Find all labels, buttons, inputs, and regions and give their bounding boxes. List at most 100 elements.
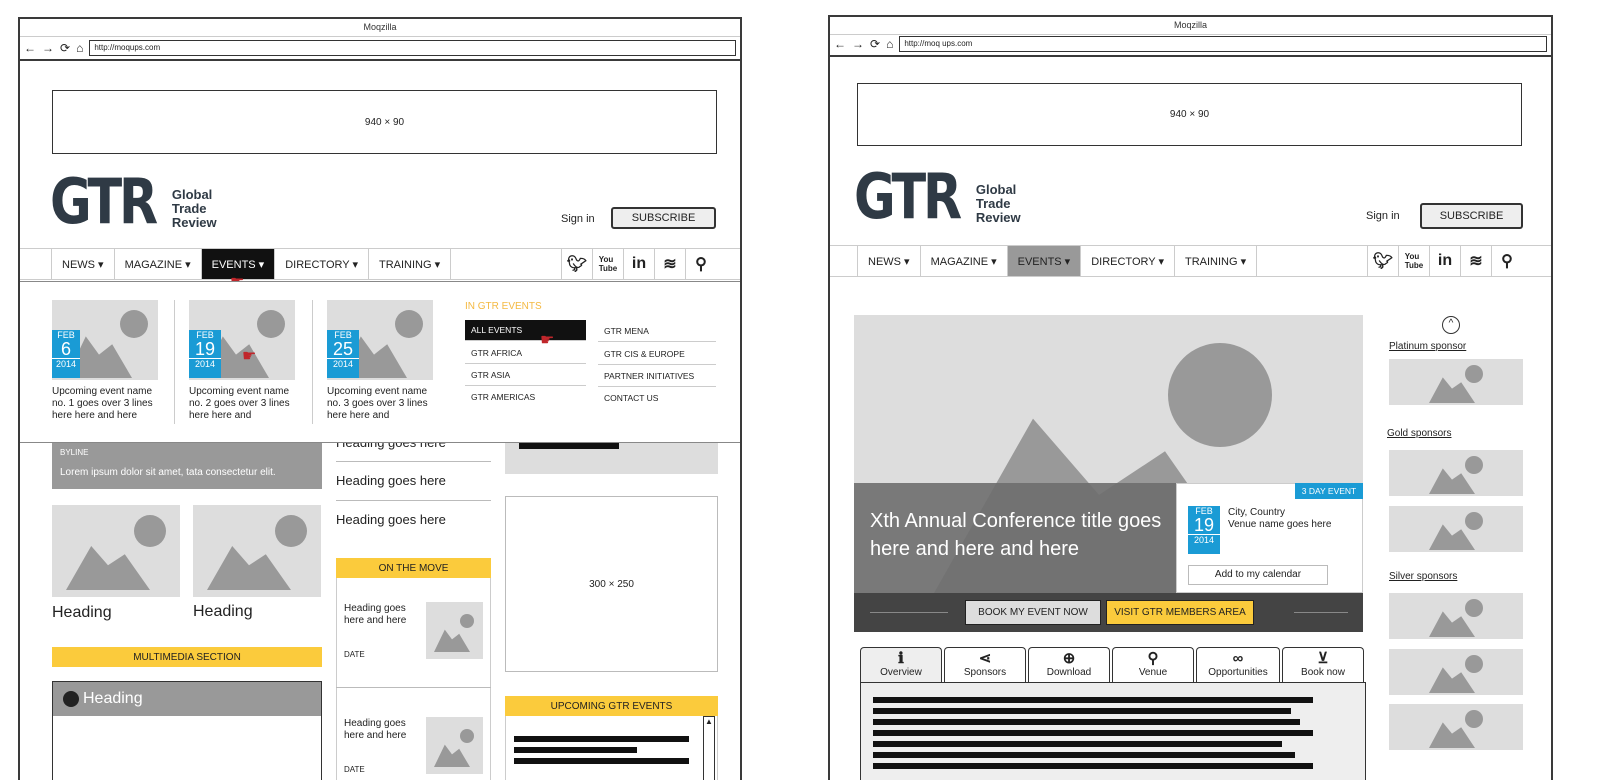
sign-in-link[interactable]: Sign in	[561, 213, 595, 225]
event-venue: Venue name goes here	[1228, 519, 1332, 530]
upcoming-events-box: ▲	[505, 716, 718, 780]
social-links: 🐦︎ You Tube in ≋ ⚲	[1367, 246, 1522, 276]
platinum-sponsor-label[interactable]: Platinum sponsor	[1389, 341, 1466, 352]
reload-icon[interactable]: ⟳	[60, 42, 70, 54]
nav-news[interactable]: NEWS ▾	[52, 249, 115, 279]
reload-icon[interactable]: ⟳	[870, 38, 880, 50]
image-placeholder	[426, 717, 483, 774]
tab-book-now[interactable]: ⊻ Book now	[1282, 647, 1364, 683]
link-icon: ∞	[1232, 650, 1244, 667]
search-icon[interactable]: ⚲	[685, 249, 716, 279]
card-heading-1[interactable]: Heading	[52, 604, 112, 622]
tab-download[interactable]: ⊕ Download	[1028, 647, 1110, 683]
list-heading-2[interactable]: Heading goes here	[336, 473, 446, 488]
byline: BYLINE	[60, 448, 89, 457]
nav-magazine[interactable]: MAGAZINE ▾	[115, 249, 202, 279]
subscribe-button[interactable]: SUBSCRIBE	[611, 207, 716, 229]
nav-training[interactable]: TRAINING ▾	[369, 249, 452, 279]
sponsor-logo[interactable]	[1389, 593, 1523, 639]
url-field[interactable]: http://moqups.com	[89, 40, 736, 56]
back-icon[interactable]: ←	[24, 42, 36, 54]
dd-partner-initiatives[interactable]: PARTNER INITIATIVES	[598, 366, 716, 387]
move-item-title[interactable]: Heading goes here and here	[344, 718, 414, 742]
twitter-icon[interactable]: 🐦︎	[1367, 246, 1398, 276]
forward-icon[interactable]: →	[42, 42, 54, 54]
book-event-button[interactable]: BOOK MY EVENT NOW	[965, 600, 1101, 625]
silver-sponsors-label[interactable]: Silver sponsors	[1389, 571, 1457, 582]
subscribe-button[interactable]: SUBSCRIBE	[1420, 203, 1523, 229]
youtube-icon[interactable]: You Tube	[1398, 246, 1429, 276]
event-title-2[interactable]: Upcoming event name no. 2 goes over 3 li…	[189, 386, 293, 422]
event-date-badge-1: FEB 6 2014	[52, 330, 80, 378]
event-title-3[interactable]: Upcoming event name no. 3 goes over 3 li…	[327, 386, 431, 422]
nav-magazine[interactable]: MAGAZINE ▾	[921, 246, 1008, 276]
members-area-button[interactable]: VISIT GTR MEMBERS AREA	[1106, 600, 1254, 625]
forward-icon[interactable]: →	[852, 38, 864, 50]
rss-icon[interactable]: ≋	[1460, 246, 1491, 276]
sponsor-logo[interactable]	[1389, 704, 1523, 750]
url-field[interactable]: http://moq ups.com	[899, 36, 1547, 52]
move-item-title[interactable]: Heading goes here and here	[344, 603, 414, 627]
image-placeholder	[193, 505, 321, 597]
dd-gtr-africa[interactable]: GTR AFRICA	[465, 343, 586, 364]
move-item-date: DATE	[344, 650, 365, 659]
event-date-badge-2: FEB 19 2014	[189, 330, 221, 378]
search-icon[interactable]: ⚲	[1491, 246, 1522, 276]
back-icon[interactable]: ←	[834, 38, 846, 50]
leaderboard-ad: 940 × 90	[52, 90, 717, 154]
image-placeholder	[52, 505, 180, 597]
scrollbar[interactable]: ▲	[703, 716, 715, 780]
gtr-logo[interactable]: GTR Global Trade Review	[854, 160, 1021, 233]
youtube-icon[interactable]: You Tube	[592, 249, 623, 279]
nav-directory[interactable]: DIRECTORY ▾	[275, 249, 369, 279]
event-title-1[interactable]: Upcoming event name no. 1 goes over 3 li…	[52, 386, 162, 422]
linkedin-icon[interactable]: in	[1429, 246, 1460, 276]
rss-icon[interactable]: ≋	[654, 249, 685, 279]
media-heading[interactable]: Heading	[83, 690, 143, 708]
tab-opportunities[interactable]: ∞ Opportunities	[1196, 647, 1280, 683]
logo-subtitle: Global Trade Review	[171, 186, 217, 230]
event-location: City, Country	[1228, 507, 1286, 518]
home-icon[interactable]: ⌂	[76, 42, 83, 54]
tab-venue[interactable]: ⚲ Venue	[1112, 647, 1194, 683]
dd-all-events[interactable]: ALL EVENTS	[465, 320, 586, 341]
move-item-date: DATE	[344, 765, 365, 774]
nav-news[interactable]: NEWS ▾	[858, 246, 921, 276]
dd-gtr-asia[interactable]: GTR ASIA	[465, 365, 586, 386]
sign-in-link[interactable]: Sign in	[1366, 210, 1400, 222]
divider	[336, 687, 491, 688]
share-icon: ⋖	[978, 650, 992, 667]
tab-sponsors[interactable]: ⋖ Sponsors	[944, 647, 1026, 683]
nav-events[interactable]: EVENTS ▾	[1007, 246, 1082, 276]
cursor-icon: ☛	[242, 348, 257, 365]
hero-title[interactable]: Xth Annual Conference title goes here an…	[870, 507, 1170, 563]
dd-contact-us[interactable]: CONTACT US	[598, 388, 716, 409]
twitter-icon[interactable]: 🐦︎	[561, 249, 592, 279]
divider	[336, 461, 491, 462]
gold-sponsors-label[interactable]: Gold sponsors	[1387, 428, 1451, 439]
add-to-calendar-button[interactable]: Add to my calendar	[1188, 565, 1328, 585]
leaderboard-ad: 940 × 90	[857, 83, 1522, 146]
collapse-icon[interactable]: ^	[1442, 316, 1460, 334]
gtr-logo[interactable]: GTR Global Trade Review	[50, 171, 217, 233]
dd-gtr-cis-europe[interactable]: GTR CIS & EUROPE	[598, 344, 716, 365]
sponsor-logo[interactable]	[1389, 649, 1523, 695]
browser-toolbar: ← → ⟳ ⌂ http://moqups.com	[20, 37, 740, 61]
home-icon[interactable]: ⌂	[886, 38, 893, 50]
linkedin-icon[interactable]: in	[623, 249, 654, 279]
logo-main: GTR	[854, 160, 962, 233]
list-heading-3[interactable]: Heading goes here	[336, 512, 446, 527]
event-duration-badge: 3 DAY EVENT	[1295, 483, 1363, 499]
tab-overview[interactable]: ℹ Overview	[860, 647, 942, 683]
card-heading-2[interactable]: Heading	[193, 603, 253, 621]
main-nav: NEWS ▾ MAGAZINE ▾ EVENTS ▾ DIRECTORY ▾ T…	[830, 245, 1551, 277]
nav-directory[interactable]: DIRECTORY ▾	[1081, 246, 1175, 276]
sponsor-logo[interactable]	[1389, 506, 1523, 552]
right-browser-window: Moqzilla ← → ⟳ ⌂ http://moq ups.com 940 …	[828, 15, 1553, 780]
dd-gtr-americas[interactable]: GTR AMERICAS	[465, 387, 586, 408]
dd-gtr-mena[interactable]: GTR MENA	[598, 321, 716, 342]
events-dropdown: FEB 6 2014 Upcoming event name no. 1 goes …	[20, 281, 740, 443]
sponsor-logo[interactable]	[1389, 450, 1523, 496]
nav-training[interactable]: TRAINING ▾	[1175, 246, 1258, 276]
sponsor-logo[interactable]	[1389, 359, 1523, 405]
